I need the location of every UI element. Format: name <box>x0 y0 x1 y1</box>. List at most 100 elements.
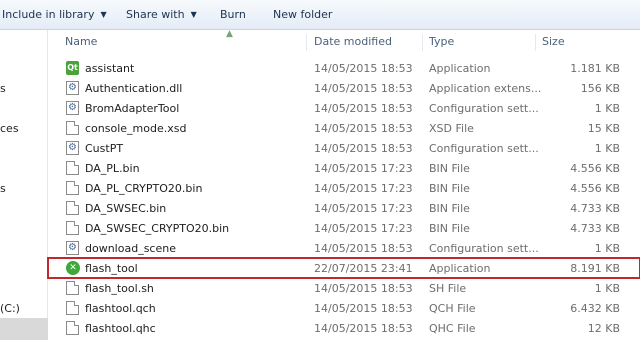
file-size: 15 KB <box>587 122 620 135</box>
file-type: BIN File <box>429 222 470 235</box>
table-row[interactable]: console_mode.xsd 14/05/2015 18:53 XSD Fi… <box>48 118 640 138</box>
table-row[interactable]: Authentication.dll 14/05/2015 18:53 Appl… <box>48 78 640 98</box>
file-name: flashtool.qhc <box>85 322 156 335</box>
file-date: 14/05/2015 18:53 <box>314 322 413 335</box>
command-toolbar: Include in library ▼ Share with ▼ Burn New… <box>0 0 640 30</box>
file-size: 4.556 KB <box>570 162 620 175</box>
file-type: Application extens... <box>429 82 542 95</box>
nav-item-fragment[interactable]: s <box>0 182 6 195</box>
table-row[interactable]: download_scene 14/05/2015 18:53 Configur… <box>48 238 640 258</box>
column-header-row: ▲ Name Date modified Type Size <box>48 29 640 54</box>
column-header-date[interactable]: Date modified <box>314 35 392 48</box>
file-name: download_scene <box>85 242 176 255</box>
chevron-down-icon: ▼ <box>100 10 107 19</box>
table-row[interactable]: flashtool.qch 14/05/2015 18:53 QCH File … <box>48 298 640 318</box>
file-size: 1 KB <box>594 102 620 115</box>
file-size: 1 KB <box>594 282 620 295</box>
table-row[interactable]: BromAdapterTool 14/05/2015 18:53 Configu… <box>48 98 640 118</box>
file-type: BIN File <box>429 162 470 175</box>
table-row[interactable]: DA_SWSEC_CRYPTO20.bin 14/05/2015 17:23 B… <box>48 218 640 238</box>
file-icon <box>66 121 79 135</box>
file-name: DA_PL_CRYPTO20.bin <box>85 182 203 195</box>
table-row[interactable]: DA_SWSEC.bin 14/05/2015 17:23 BIN File 4… <box>48 198 640 218</box>
file-type: QHC File <box>429 322 476 335</box>
file-date: 14/05/2015 17:23 <box>314 202 413 215</box>
file-date: 14/05/2015 18:53 <box>314 122 413 135</box>
column-divider[interactable] <box>306 34 307 51</box>
table-row[interactable]: Qt assistant 14/05/2015 18:53 Applicatio… <box>48 58 640 78</box>
file-size: 156 KB <box>580 82 620 95</box>
file-name: DA_SWSEC_CRYPTO20.bin <box>85 222 230 235</box>
table-row[interactable]: DA_PL_CRYPTO20.bin 14/05/2015 17:23 BIN … <box>48 178 640 198</box>
column-divider[interactable] <box>422 34 423 51</box>
file-size: 4.733 KB <box>570 202 620 215</box>
file-name: BromAdapterTool <box>85 102 180 115</box>
file-size: 1 KB <box>594 142 620 155</box>
file-type: BIN File <box>429 202 470 215</box>
table-row[interactable]: DA_PL.bin 14/05/2015 17:23 BIN File 4.55… <box>48 158 640 178</box>
file-name: flashtool.qch <box>85 302 156 315</box>
file-type: BIN File <box>429 182 470 195</box>
file-icon <box>66 221 79 235</box>
file-date: 14/05/2015 18:53 <box>314 282 413 295</box>
burn-button[interactable]: Burn <box>220 7 246 23</box>
column-header-size[interactable]: Size <box>542 35 565 48</box>
navigation-pane: s ces s (C:) <box>0 30 48 340</box>
file-list: Qt assistant 14/05/2015 18:53 Applicatio… <box>47 58 640 338</box>
file-type: Application <box>429 62 491 75</box>
file-type: Application <box>429 262 491 275</box>
file-size: 4.556 KB <box>570 182 620 195</box>
file-date: 14/05/2015 17:23 <box>314 222 413 235</box>
config-icon <box>66 141 79 155</box>
include-in-library-button[interactable]: Include in library ▼ <box>2 7 107 23</box>
nav-selection-bar <box>0 318 48 340</box>
table-row[interactable]: flash_tool.sh 14/05/2015 18:53 SH File 1… <box>48 278 640 298</box>
file-type: SH File <box>429 282 467 295</box>
file-icon <box>66 161 79 175</box>
share-with-label: Share with <box>126 8 185 21</box>
chevron-down-icon: ▼ <box>190 10 197 19</box>
sort-ascending-icon: ▲ <box>226 29 233 39</box>
column-header-type[interactable]: Type <box>429 35 454 48</box>
new-folder-button[interactable]: New folder <box>273 7 332 23</box>
file-date: 14/05/2015 17:23 <box>314 182 413 195</box>
column-divider[interactable] <box>535 34 536 51</box>
nav-item-drive-c[interactable]: (C:) <box>0 302 20 315</box>
config-icon <box>66 241 79 255</box>
file-size: 1.181 KB <box>570 62 620 75</box>
file-icon <box>66 321 79 335</box>
column-header-name[interactable]: Name <box>65 35 97 48</box>
table-row[interactable]: CustPT 14/05/2015 18:53 Configuration se… <box>48 138 640 158</box>
file-date: 14/05/2015 18:53 <box>314 302 413 315</box>
table-row[interactable]: flashtool.qhc 14/05/2015 18:53 QHC File … <box>48 318 640 338</box>
file-name: CustPT <box>85 142 124 155</box>
file-type: XSD File <box>429 122 474 135</box>
file-size: 1 KB <box>594 242 620 255</box>
file-type: QCH File <box>429 302 476 315</box>
file-icon <box>66 281 79 295</box>
nav-item-fragment[interactable]: s <box>0 82 6 95</box>
file-name: Authentication.dll <box>85 82 183 95</box>
file-date: 14/05/2015 18:53 <box>314 102 413 115</box>
file-name: flash_tool <box>85 262 138 275</box>
file-icon <box>66 181 79 195</box>
file-type: Configuration sett... <box>429 102 539 115</box>
file-icon <box>66 301 79 315</box>
include-in-library-label: Include in library <box>2 8 95 21</box>
share-with-button[interactable]: Share with ▼ <box>126 7 197 23</box>
file-size: 4.733 KB <box>570 222 620 235</box>
file-name: console_mode.xsd <box>85 122 187 135</box>
file-date: 14/05/2015 18:53 <box>314 62 413 75</box>
file-name: DA_PL.bin <box>85 162 140 175</box>
file-size: 12 KB <box>587 322 620 335</box>
flash-tool-icon: ✕ <box>66 261 80 275</box>
file-date: 14/05/2015 17:23 <box>314 162 413 175</box>
file-date: 14/05/2015 18:53 <box>314 142 413 155</box>
file-name: flash_tool.sh <box>85 282 154 295</box>
nav-item-fragment[interactable]: ces <box>0 122 19 135</box>
file-type: Configuration sett... <box>429 242 539 255</box>
file-name: DA_SWSEC.bin <box>85 202 167 215</box>
table-row-highlighted[interactable]: ✕ flash_tool 22/07/2015 23:41 Applicatio… <box>47 257 640 279</box>
file-type: Configuration sett... <box>429 142 539 155</box>
file-date: 22/07/2015 23:41 <box>314 262 413 275</box>
